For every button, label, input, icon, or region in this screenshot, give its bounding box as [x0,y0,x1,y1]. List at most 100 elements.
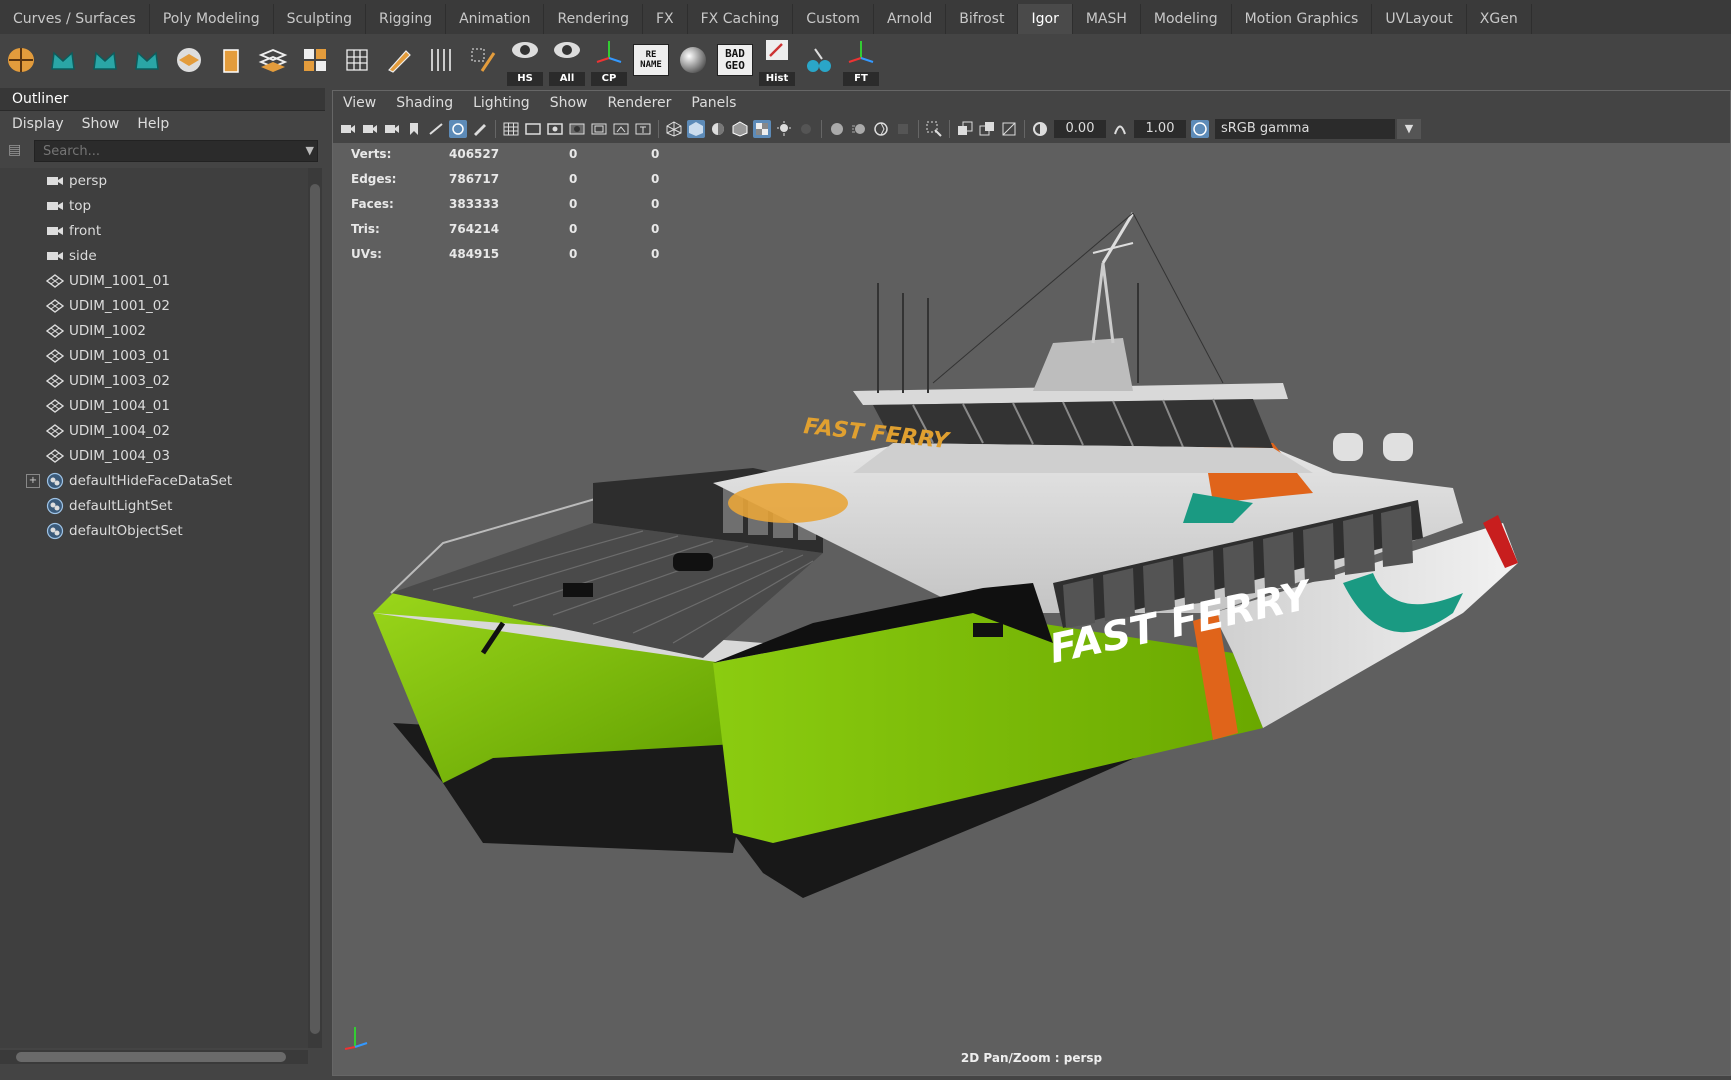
teal-crown-icon-2[interactable] [87,42,123,78]
pipette-teal-icon[interactable] [801,42,837,78]
shelf-tab-poly-modeling[interactable]: Poly Modeling [150,4,274,34]
xray-components-icon[interactable] [1000,120,1018,138]
hs-button[interactable]: HS [507,38,543,86]
viewport-menu-lighting[interactable]: Lighting [473,95,530,111]
outliner-item-udim-1001-02[interactable]: UDIM_1001_02 [0,293,308,318]
filter-icon[interactable]: ▤ [8,142,28,162]
use-all-lights-icon[interactable] [775,120,793,138]
xray-joints-icon[interactable] [978,120,996,138]
bookmark-icon[interactable] [405,120,423,138]
film-gate-icon[interactable] [524,120,542,138]
scrollbar-thumb[interactable] [16,1052,286,1062]
outliner-vertical-scrollbar[interactable] [308,168,322,1048]
scrollbar-thumb[interactable] [310,184,320,1034]
safe-title-icon[interactable] [634,120,652,138]
shelf-tab-bifrost[interactable]: Bifrost [946,4,1019,34]
search-dropdown-icon[interactable]: ▼ [306,144,314,157]
lock-camera-icon[interactable] [361,120,379,138]
motion-blur-icon[interactable] [850,120,868,138]
2d-pan-zoom-icon[interactable] [449,120,467,138]
grid-icon[interactable] [502,120,520,138]
gamma-field[interactable]: 1.00 [1134,120,1186,138]
chevron-down-icon[interactable]: ▼ [1397,119,1421,139]
shelf-tab-animation[interactable]: Animation [446,4,545,34]
xray-icon[interactable] [956,120,974,138]
camera-attributes-icon[interactable] [383,120,401,138]
outliner-item-udim-1004-02[interactable]: UDIM_1004_02 [0,418,308,443]
select-brush-icon[interactable] [465,42,501,78]
isolate-select-icon[interactable] [925,120,943,138]
outliner-item-defaultlightset[interactable]: defaultLightSet [0,493,308,518]
outliner-menu-display[interactable]: Display [12,116,64,132]
box-orange-icon[interactable] [213,42,249,78]
teal-crown-icon[interactable] [45,42,81,78]
color-space-select[interactable]: sRGB gamma ▼ [1215,119,1421,139]
shelf-tab-fx[interactable]: FX [643,4,688,34]
outliner-search-input[interactable] [34,140,318,162]
gamma-icon[interactable] [1111,120,1129,138]
shelf-tab-fx-caching[interactable]: FX Caching [688,4,794,34]
safe-action-icon[interactable] [612,120,630,138]
select-camera-icon[interactable] [339,120,357,138]
outliner-item-defaultobjectset[interactable]: defaultObjectSet [0,518,308,543]
outliner-item-udim-1004-03[interactable]: UDIM_1004_03 [0,443,308,468]
viewport-menu-panels[interactable]: Panels [691,95,736,111]
shelf-tab-igor[interactable]: Igor [1018,4,1073,34]
smooth-shade-icon[interactable] [687,120,705,138]
shelf-tab-curves-surfaces[interactable]: Curves / Surfaces [0,4,150,34]
shelf-tab-modeling[interactable]: Modeling [1141,4,1232,34]
gate-mask-icon[interactable] [568,120,586,138]
shelf-tab-xgen[interactable]: XGen [1467,4,1532,34]
pencil-icon[interactable] [381,42,417,78]
bad-geo-button[interactable]: BAD GEO [717,42,753,78]
wireframe-icon[interactable] [665,120,683,138]
textured-icon[interactable] [753,120,771,138]
grease-pencil-icon[interactable] [471,120,489,138]
color-management-icon[interactable] [1191,120,1209,138]
hist-button[interactable]: Hist [759,38,795,86]
depth-of-field-icon[interactable] [894,120,912,138]
shadows-icon[interactable] [797,120,815,138]
shelf-tab-rendering[interactable]: Rendering [544,4,643,34]
default-material-icon[interactable] [709,120,727,138]
multisample-aa-icon[interactable] [872,120,890,138]
outliner-item-udim-1003-01[interactable]: UDIM_1003_01 [0,343,308,368]
screen-space-ao-icon[interactable] [828,120,846,138]
outliner-item-defaulthidefacedataset[interactable]: + defaultHideFaceDataSet [0,468,308,493]
viewport-menu-view[interactable]: View [343,95,376,111]
viewport-menu-shading[interactable]: Shading [396,95,453,111]
shelf-tab-rigging[interactable]: Rigging [366,4,447,34]
shader-ball-icon[interactable] [675,42,711,78]
cp-button[interactable]: CP [591,38,627,86]
teal-crown-icon-3[interactable] [129,42,165,78]
shelf-tab-mash[interactable]: MASH [1073,4,1141,34]
columns-icon[interactable] [423,42,459,78]
grid-blocks-icon[interactable] [297,42,333,78]
sphere-orange-icon[interactable] [171,42,207,78]
exposure-field[interactable]: 0.00 [1054,120,1106,138]
outliner-item-top[interactable]: top [0,193,308,218]
shelf-tab-uvlayout[interactable]: UVLayout [1372,4,1467,34]
outliner-item-udim-1003-02[interactable]: UDIM_1003_02 [0,368,308,393]
shelf-tab-sculpting[interactable]: Sculpting [274,4,367,34]
image-plane-icon[interactable] [427,120,445,138]
3d-viewport[interactable]: FAST FERRY FAST FERRY Verts: 406527 0 0 Edge… [333,143,1730,1075]
shelf-tab-custom[interactable]: Custom [793,4,874,34]
viewport-menu-renderer[interactable]: Renderer [607,95,671,111]
all-button[interactable]: All [549,38,585,86]
lattice-icon[interactable] [339,42,375,78]
mesh-orange-icon[interactable] [3,42,39,78]
expand-icon[interactable]: + [26,473,40,488]
wireframe-on-shaded-icon[interactable] [731,120,749,138]
layers-icon[interactable] [255,42,291,78]
shelf-tab-arnold[interactable]: Arnold [874,4,947,34]
exposure-icon[interactable] [1031,120,1049,138]
shelf-tab-motion-graphics[interactable]: Motion Graphics [1232,4,1373,34]
outliner-item-udim-1001-01[interactable]: UDIM_1001_01 [0,268,308,293]
outliner-item-persp[interactable]: persp [0,168,308,193]
outliner-item-front[interactable]: front [0,218,308,243]
rename-button[interactable]: RE NAME [633,42,669,78]
field-chart-icon[interactable] [590,120,608,138]
outliner-item-side[interactable]: side [0,243,308,268]
outliner-item-udim-1002[interactable]: UDIM_1002 [0,318,308,343]
